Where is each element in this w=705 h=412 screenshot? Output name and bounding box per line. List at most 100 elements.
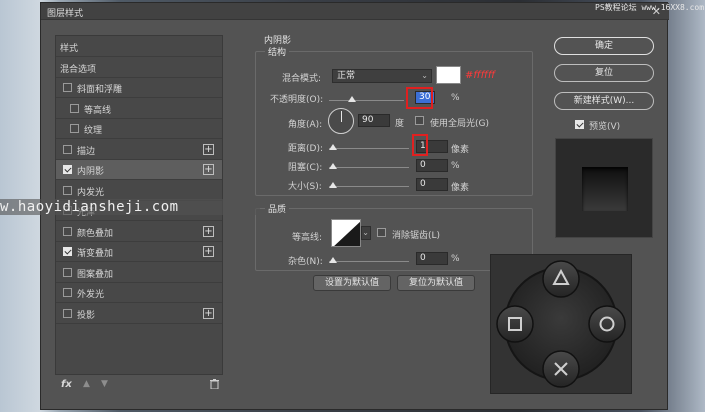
- style-checkbox[interactable]: [63, 144, 72, 154]
- triangle-button: [542, 260, 580, 298]
- blend-mode-label: 混合模式:: [282, 74, 322, 84]
- fx-icon[interactable]: fx: [61, 379, 72, 390]
- reset-button[interactable]: 复位: [554, 64, 654, 82]
- noise-slider-track[interactable]: [329, 261, 409, 262]
- style-list-item[interactable]: 内发光: [56, 181, 222, 201]
- style-list-item-label: 内阴影: [77, 167, 105, 177]
- style-list-item[interactable]: 样式: [56, 37, 222, 57]
- style-list-item-label: 外发光: [77, 290, 105, 300]
- noise-input[interactable]: 0: [416, 252, 448, 265]
- size-slider-thumb[interactable]: [329, 182, 337, 188]
- add-effect-icon[interactable]: +: [203, 164, 214, 175]
- contour-curve: [332, 220, 360, 246]
- angle-input[interactable]: 90: [358, 114, 390, 127]
- contour-label: 等高线:: [292, 233, 323, 243]
- style-list-item[interactable]: 外发光: [56, 283, 222, 303]
- style-checkbox[interactable]: [63, 247, 72, 256]
- new-style-button[interactable]: 新建样式(W)...: [554, 92, 654, 110]
- add-effect-icon[interactable]: +: [203, 143, 214, 155]
- gamepad-preview-panel: [490, 254, 632, 394]
- style-list-item[interactable]: 混合选项: [56, 58, 222, 78]
- choke-label: 阻塞(C):: [288, 163, 323, 173]
- square-button: [496, 305, 534, 343]
- size-label: 大小(S):: [288, 182, 322, 192]
- preview-checkbox[interactable]: [575, 120, 584, 129]
- style-checkbox[interactable]: [70, 103, 79, 113]
- global-light-label: 使用全局光(G): [430, 119, 489, 129]
- style-list-item-label: 混合选项: [60, 64, 97, 75]
- style-checkbox[interactable]: [63, 267, 72, 277]
- reset-default-button[interactable]: 复位为默认值: [397, 275, 475, 291]
- ok-button[interactable]: 确定: [554, 37, 654, 55]
- distance-slider-track[interactable]: [329, 148, 409, 149]
- contour-dropdown[interactable]: ⌄: [361, 226, 371, 240]
- choke-input[interactable]: 0: [416, 159, 448, 172]
- contour-thumbnail[interactable]: [331, 219, 361, 247]
- circle-button: [588, 305, 626, 343]
- chevron-down-icon: ⌄: [362, 228, 369, 237]
- distance-unit: 像素: [451, 145, 470, 155]
- chevron-down-icon: ⌄: [421, 71, 428, 80]
- style-list-item-label: 纹理: [84, 126, 103, 136]
- style-list-item-label: 等高线: [84, 105, 112, 116]
- opacity-slider-thumb[interactable]: [347, 96, 356, 102]
- style-checkbox[interactable]: [63, 165, 72, 174]
- dialog-title: 图层样式: [47, 9, 84, 19]
- style-list-item[interactable]: 纹理: [56, 119, 222, 139]
- style-checkbox[interactable]: [63, 185, 72, 195]
- trash-icon[interactable]: [210, 379, 219, 389]
- choke-slider-track[interactable]: [329, 167, 409, 168]
- angle-label: 角度(A):: [288, 120, 323, 130]
- style-checkbox[interactable]: [63, 308, 72, 318]
- style-list-item-label: 样式: [60, 44, 79, 54]
- choke-unit: %: [451, 161, 460, 171]
- style-list-item-label: 渐变叠加: [77, 249, 114, 259]
- preview-swatch: [582, 167, 628, 211]
- gamepad-graphic: [496, 260, 626, 388]
- style-list-item[interactable]: 等高线: [56, 99, 222, 119]
- size-input[interactable]: 0: [416, 178, 448, 191]
- arrow-down-icon[interactable]: ▼: [101, 379, 108, 389]
- distance-highlight-box: [412, 134, 428, 156]
- angle-dial[interactable]: [328, 108, 354, 134]
- add-effect-icon[interactable]: +: [203, 307, 214, 319]
- global-light-checkbox[interactable]: [415, 116, 424, 125]
- distance-slider-thumb[interactable]: [329, 144, 337, 150]
- make-default-button[interactable]: 设置为默认值: [313, 275, 391, 291]
- arrow-up-icon[interactable]: ▲: [83, 379, 90, 389]
- choke-slider-thumb[interactable]: [329, 163, 337, 169]
- noise-slider-thumb[interactable]: [329, 257, 337, 263]
- style-list-footer: fx ▲ ▼: [55, 379, 223, 395]
- add-effect-icon[interactable]: +: [203, 246, 214, 257]
- noise-label: 杂色(N):: [288, 257, 323, 267]
- opacity-slider-track[interactable]: [329, 100, 404, 101]
- style-list-item[interactable]: 图案叠加: [56, 263, 222, 283]
- style-checkbox[interactable]: [63, 288, 72, 297]
- style-checkbox[interactable]: [63, 226, 72, 236]
- site-watermark: w.haoyidiansheji.com: [0, 199, 260, 215]
- size-slider-track[interactable]: [329, 186, 409, 187]
- noise-unit: %: [451, 254, 460, 264]
- style-preview: [555, 138, 653, 238]
- style-list-item-label: 描边: [77, 146, 96, 157]
- opacity-highlight-box: [406, 87, 433, 109]
- style-list-item[interactable]: 渐变叠加 +: [56, 242, 222, 262]
- add-effect-icon[interactable]: +: [203, 225, 214, 237]
- blend-mode-select[interactable]: 正常 ⌄: [332, 69, 432, 83]
- style-list-item[interactable]: 投影 +: [56, 304, 222, 324]
- shadow-color-swatch[interactable]: [436, 66, 461, 84]
- style-list-item-label: 颜色叠加: [77, 228, 114, 239]
- antialias-checkbox[interactable]: [377, 228, 386, 237]
- style-checkbox[interactable]: [63, 83, 72, 92]
- style-checkbox[interactable]: [70, 124, 79, 133]
- distance-label: 距离(D):: [288, 144, 323, 154]
- style-list-item-label: 图案叠加: [77, 269, 114, 280]
- opacity-unit: %: [451, 93, 460, 103]
- style-list-item[interactable]: 描边 +: [56, 140, 222, 160]
- blend-mode-value: 正常: [337, 71, 356, 81]
- title-bar: 图层样式 ✕: [41, 3, 669, 20]
- style-list-item[interactable]: 内阴影 +: [56, 160, 222, 180]
- style-list-item[interactable]: 斜面和浮雕: [56, 78, 222, 98]
- style-list-item[interactable]: 颜色叠加 +: [56, 222, 222, 242]
- style-list-item-label: 斜面和浮雕: [77, 85, 123, 95]
